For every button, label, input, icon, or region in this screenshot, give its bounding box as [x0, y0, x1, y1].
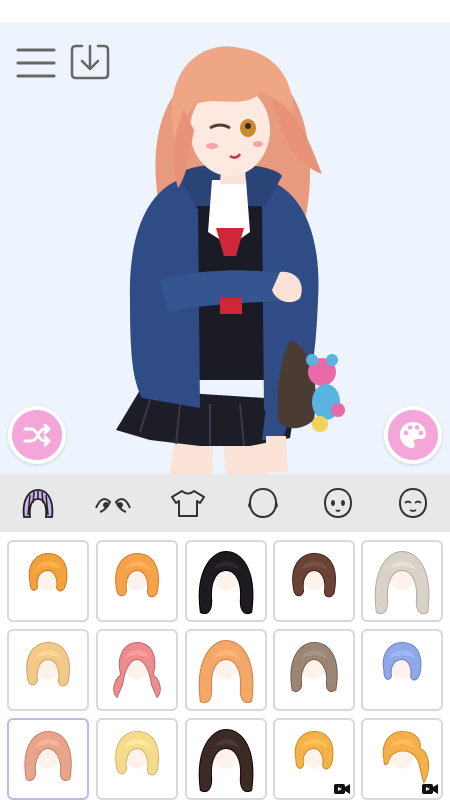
avatar-canvas — [0, 22, 450, 474]
hair-preview — [26, 641, 70, 687]
hair-preview — [198, 729, 254, 793]
download-icon — [70, 44, 110, 80]
hair-item[interactable] — [185, 718, 267, 800]
tab-face[interactable] — [375, 474, 450, 532]
clothes-icon — [170, 490, 205, 517]
menu-button[interactable] — [14, 40, 58, 84]
hair-preview — [115, 552, 159, 598]
hair-preview — [374, 551, 430, 615]
hair-item[interactable] — [361, 718, 443, 800]
video-ad-icon — [334, 784, 350, 794]
face-icon — [398, 487, 427, 519]
hair-preview — [292, 552, 336, 598]
hair-item-grid — [0, 532, 450, 800]
hair-item[interactable] — [185, 540, 267, 622]
tab-hair[interactable] — [0, 474, 75, 532]
tab-head-shape[interactable] — [225, 474, 300, 532]
hamburger-menu-icon — [16, 48, 56, 78]
tab-expression[interactable] — [300, 474, 375, 532]
hair-preview — [198, 551, 254, 615]
category-tab-bar — [0, 474, 450, 532]
hair-preview — [24, 730, 72, 781]
hair-preview — [115, 730, 159, 776]
tab-eyes[interactable] — [75, 474, 150, 532]
palette-icon — [400, 422, 426, 448]
shuffle-icon — [23, 423, 51, 447]
face-expression-icon — [323, 487, 352, 519]
hair-item[interactable] — [273, 629, 355, 711]
hair-item[interactable] — [361, 540, 443, 622]
hair-item[interactable] — [7, 540, 89, 622]
hair-item[interactable] — [96, 629, 178, 711]
hair-preview — [28, 552, 68, 592]
tab-clothes[interactable] — [150, 474, 225, 532]
palette-button[interactable] — [384, 406, 442, 464]
hair-item[interactable] — [96, 718, 178, 800]
hair-preview — [198, 640, 254, 704]
video-ad-icon — [422, 784, 438, 794]
status-bar — [0, 0, 450, 22]
eyes-icon — [94, 498, 131, 513]
hair-item[interactable] — [96, 540, 178, 622]
character-illustration — [116, 46, 345, 474]
hair-item[interactable] — [273, 718, 355, 800]
hair-preview — [382, 641, 422, 681]
hair-preview — [290, 641, 338, 692]
hair-item[interactable] — [361, 629, 443, 711]
hair-preview — [113, 641, 161, 699]
head-shape-icon — [247, 487, 278, 519]
hair-item[interactable] — [273, 540, 355, 622]
hair-item[interactable] — [7, 718, 89, 800]
shuffle-button[interactable] — [8, 406, 66, 464]
hair-icon — [22, 489, 53, 518]
hair-item[interactable] — [185, 629, 267, 711]
download-button[interactable] — [68, 40, 112, 84]
hair-item[interactable] — [7, 629, 89, 711]
